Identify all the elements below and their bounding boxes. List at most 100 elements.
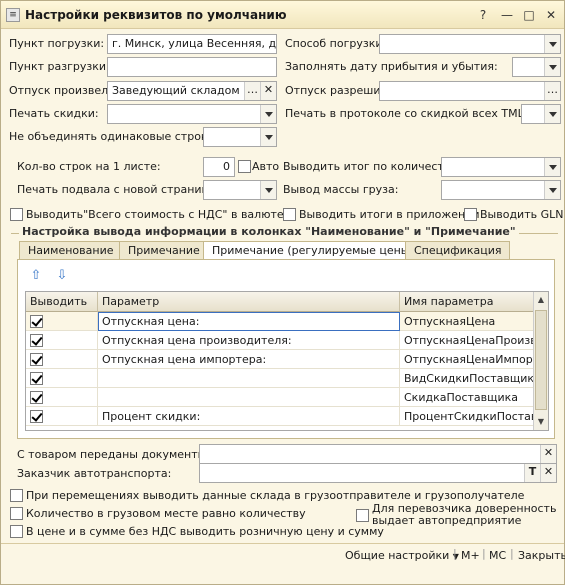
params-table: Выводить Параметр Имя параметра Отпускна… bbox=[25, 291, 549, 431]
tab-note[interactable]: Примечание bbox=[119, 241, 209, 259]
row-checkbox[interactable] bbox=[30, 372, 43, 385]
row-checkbox[interactable] bbox=[30, 334, 43, 347]
table-row[interactable]: Отпускная цена производителя: ОтпускнаяЦ… bbox=[26, 331, 534, 350]
param-cell[interactable] bbox=[98, 369, 400, 388]
moves-warehouse-label: При перемещениях выводить данные склада … bbox=[26, 489, 525, 502]
print-discount-field[interactable] bbox=[107, 104, 277, 124]
m-plus-button[interactable]: М+ bbox=[461, 549, 480, 562]
close-icon[interactable]: ✕ bbox=[543, 7, 559, 23]
bottom-divider bbox=[1, 543, 564, 544]
chevron-down-icon[interactable] bbox=[544, 181, 560, 199]
rows-per-sheet-field[interactable]: 0 bbox=[203, 157, 235, 177]
no-merge-rows-label: Не объединять одинаковые строки: bbox=[9, 130, 219, 143]
table-row[interactable]: Отпускная цена: ОтпускнаяЦена bbox=[26, 312, 534, 331]
retail-price-checkbox[interactable] bbox=[10, 525, 23, 538]
text-edit-icon[interactable]: T bbox=[524, 464, 540, 482]
param-cell[interactable]: Процент скидки: bbox=[98, 407, 400, 426]
shipped-by-label: Отпуск произвел: bbox=[9, 84, 112, 97]
param-name-cell[interactable]: ВидСкидкиПоставщика bbox=[400, 369, 534, 388]
load-method-field[interactable] bbox=[379, 34, 561, 54]
column-header-param-name[interactable]: Имя параметра bbox=[400, 292, 534, 312]
no-merge-rows-field[interactable] bbox=[203, 127, 277, 147]
table-row[interactable]: Отпускная цена импортера: ОтпускнаяЦенаИ… bbox=[26, 350, 534, 369]
column-header-show[interactable]: Выводить bbox=[26, 292, 98, 312]
gln-checkbox[interactable] bbox=[464, 208, 477, 221]
chevron-down-icon[interactable] bbox=[260, 105, 276, 123]
cargo-mass-field[interactable] bbox=[441, 180, 561, 200]
carrier-proxy-checkbox[interactable] bbox=[356, 509, 369, 522]
total-vat-currency-checkbox[interactable] bbox=[10, 208, 23, 221]
allowed-by-field[interactable]: … bbox=[379, 81, 561, 101]
param-name-cell[interactable]: ОтпускнаяЦена bbox=[400, 312, 534, 331]
load-method-label: Способ погрузки: bbox=[285, 37, 387, 50]
param-name-cell[interactable]: СкидкаПоставщика bbox=[400, 388, 534, 407]
clear-icon[interactable]: ✕ bbox=[260, 82, 276, 100]
transport-customer-field[interactable]: T ✕ bbox=[199, 463, 557, 483]
total-by-qty-field[interactable] bbox=[441, 157, 561, 177]
row-checkbox[interactable] bbox=[30, 410, 43, 423]
footer-new-page-field[interactable] bbox=[203, 180, 277, 200]
param-name-cell[interactable]: ПроцентСкидкиПостав... bbox=[400, 407, 534, 426]
close-button[interactable]: Закрыть bbox=[518, 549, 565, 562]
auto-checkbox[interactable] bbox=[238, 160, 251, 173]
total-vat-currency-label: Выводить"Всего стоимость с НДС" в валюте bbox=[26, 208, 284, 221]
scroll-thumb[interactable] bbox=[535, 310, 547, 410]
tab-specification[interactable]: Спецификация bbox=[405, 241, 511, 259]
tab-note-regulated[interactable]: Примечание (регулируемые цены) bbox=[203, 241, 423, 260]
unload-point-field[interactable] bbox=[107, 57, 277, 77]
row-checkbox[interactable] bbox=[30, 353, 43, 366]
load-point-field[interactable]: г. Минск, улица Весенняя, дом № bbox=[107, 34, 277, 54]
chevron-down-icon[interactable] bbox=[544, 35, 560, 53]
clear-icon[interactable]: ✕ bbox=[540, 464, 556, 482]
param-cell[interactable]: Отпускная цена импортера: bbox=[98, 350, 400, 369]
gln-label: Выводить GLN bbox=[480, 208, 564, 221]
print-protocol-label: Печать в протоколе со скидкой всех ТМЦ: bbox=[285, 107, 530, 120]
clear-icon[interactable]: ✕ bbox=[540, 445, 556, 463]
param-cell[interactable] bbox=[98, 388, 400, 407]
fill-dates-field[interactable] bbox=[512, 57, 561, 77]
cargo-mass-label: Вывод массы груза: bbox=[283, 183, 399, 196]
table-row[interactable]: СкидкаПоставщика bbox=[26, 388, 534, 407]
total-by-qty-label: Выводить итог по количеству: bbox=[283, 160, 461, 173]
move-up-icon[interactable]: ⇧ bbox=[27, 268, 45, 284]
chevron-down-icon[interactable] bbox=[260, 181, 276, 199]
vertical-scrollbar[interactable]: ▲ ▼ bbox=[533, 292, 548, 430]
chevron-down-icon[interactable] bbox=[544, 158, 560, 176]
select-button[interactable]: … bbox=[544, 82, 560, 100]
general-settings-label: Общие настройки bbox=[345, 549, 450, 562]
move-down-icon[interactable]: ⇩ bbox=[53, 268, 71, 284]
chevron-down-icon[interactable] bbox=[260, 128, 276, 146]
tab-name[interactable]: Наименование bbox=[19, 241, 123, 259]
row-checkbox[interactable] bbox=[30, 315, 43, 328]
separator: | bbox=[510, 547, 514, 560]
qty-per-place-checkbox[interactable] bbox=[10, 507, 23, 520]
param-cell[interactable]: Отпускная цена: bbox=[98, 312, 400, 331]
mc-button[interactable]: МС bbox=[489, 549, 506, 562]
chevron-down-icon[interactable] bbox=[544, 58, 560, 76]
totals-in-appendix-checkbox[interactable] bbox=[283, 208, 296, 221]
param-name-cell[interactable]: ОтпускнаяЦенаПроизв... bbox=[400, 331, 534, 350]
minimize-button[interactable]: — bbox=[499, 7, 515, 23]
window-icon: ≡ bbox=[6, 8, 20, 22]
print-protocol-field[interactable] bbox=[521, 104, 561, 124]
table-row[interactable]: ВидСкидкиПоставщика bbox=[26, 369, 534, 388]
param-name-cell[interactable]: ОтпускнаяЦенаИмпорт... bbox=[400, 350, 534, 369]
shipped-by-field[interactable]: Заведующий складом Кос … ✕ bbox=[107, 81, 277, 101]
docs-with-goods-field[interactable]: ✕ bbox=[199, 444, 557, 464]
allowed-by-label: Отпуск разрешил: bbox=[285, 84, 392, 97]
column-header-param[interactable]: Параметр bbox=[98, 292, 400, 312]
chevron-down-icon[interactable] bbox=[544, 105, 560, 123]
scroll-down-icon[interactable]: ▼ bbox=[534, 414, 548, 429]
settings-window: ≡ Настройки реквизитов по умолчанию ? — … bbox=[0, 0, 565, 585]
general-settings-button[interactable]: Общие настройки ▼ bbox=[345, 549, 459, 562]
row-checkbox[interactable] bbox=[30, 391, 43, 404]
help-icon[interactable]: ? bbox=[475, 7, 491, 23]
load-point-value: г. Минск, улица Весенняя, дом № bbox=[112, 37, 277, 50]
maximize-button[interactable]: □ bbox=[521, 7, 537, 23]
load-point-label: Пункт погрузки: bbox=[9, 37, 105, 50]
table-row[interactable]: Процент скидки: ПроцентСкидкиПостав... bbox=[26, 407, 534, 426]
param-cell[interactable]: Отпускная цена производителя: bbox=[98, 331, 400, 350]
scroll-up-icon[interactable]: ▲ bbox=[534, 292, 548, 307]
select-button[interactable]: … bbox=[244, 82, 260, 100]
moves-warehouse-checkbox[interactable] bbox=[10, 489, 23, 502]
